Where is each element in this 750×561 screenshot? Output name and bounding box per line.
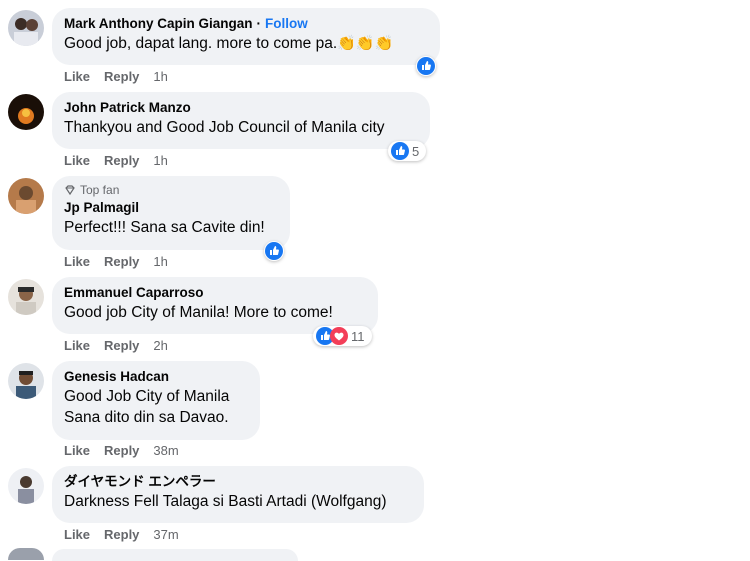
like-button[interactable]: Like xyxy=(64,527,90,542)
comment-bubble: Mark Anthony Capin Giangan · Follow Good… xyxy=(52,8,440,65)
comment-actions: Like Reply 1h xyxy=(64,153,182,168)
reply-button[interactable]: Reply xyxy=(104,254,139,269)
comment-actions: Like Reply 37m xyxy=(64,527,193,542)
reaction-summary[interactable]: 5 xyxy=(388,141,427,161)
comment-author[interactable]: ダイヤモンド エンペラー xyxy=(64,473,216,491)
reply-button[interactable]: Reply xyxy=(104,69,139,84)
next-comment-bubble-partial xyxy=(52,549,298,561)
comment-author[interactable]: Genesis Hadcan xyxy=(64,368,169,386)
avatar[interactable] xyxy=(8,468,44,504)
comment-text: Thankyou and Good Job Council of Manila … xyxy=(64,119,385,136)
like-button[interactable]: Like xyxy=(64,69,90,84)
comment-bubble: John Patrick Manzo Thankyou and Good Job… xyxy=(52,92,430,149)
like-button[interactable]: Like xyxy=(64,338,90,353)
avatar[interactable] xyxy=(8,178,44,214)
comment-timestamp[interactable]: 2h xyxy=(153,338,167,353)
like-reaction-icon xyxy=(417,57,435,75)
comment-text: Good job City of Manila! More to come! xyxy=(64,304,333,321)
love-reaction-icon xyxy=(330,327,348,345)
comment-bubble: Top fan Jp Palmagil Perfect!!! Sana sa C… xyxy=(52,176,290,250)
comment-author[interactable]: Jp Palmagil xyxy=(64,199,139,217)
comment-actions: Like Reply 1h xyxy=(64,69,182,84)
top-fan-badge: Top fan xyxy=(80,183,120,197)
like-button[interactable]: Like xyxy=(64,153,90,168)
comment-author[interactable]: Mark Anthony Capin Giangan xyxy=(64,15,253,33)
comment-timestamp[interactable]: 1h xyxy=(153,153,167,168)
avatar[interactable] xyxy=(8,279,44,315)
like-reaction-icon xyxy=(265,242,283,260)
comment-text: Perfect!!! Sana sa Cavite din! xyxy=(64,219,265,236)
comment-text-line-2: Sana dito din sa Davao. xyxy=(64,409,229,426)
clap-emoji: 👏👏👏 xyxy=(337,35,394,52)
reaction-summary[interactable]: 11 xyxy=(313,326,372,346)
avatar[interactable] xyxy=(8,10,44,46)
reply-button[interactable]: Reply xyxy=(104,153,139,168)
comment-text-line-1: Good Job City of Manila xyxy=(64,388,230,405)
reply-button[interactable]: Reply xyxy=(104,527,139,542)
comment-author[interactable]: Emmanuel Caparroso xyxy=(64,284,204,302)
separator-dot: · xyxy=(256,16,262,31)
reaction-count: 11 xyxy=(351,328,365,344)
reaction-summary[interactable] xyxy=(264,241,284,261)
like-button[interactable]: Like xyxy=(64,254,90,269)
comment-actions: Like Reply 1h xyxy=(64,254,182,269)
comment-timestamp[interactable]: 37m xyxy=(153,527,178,542)
comment-timestamp[interactable]: 1h xyxy=(153,69,167,84)
reply-button[interactable]: Reply xyxy=(104,338,139,353)
reaction-summary[interactable] xyxy=(416,56,436,76)
reaction-count: 5 xyxy=(412,143,420,159)
like-reaction-icon xyxy=(391,142,409,160)
comment-text: Darkness Fell Talaga si Basti Artadi (Wo… xyxy=(64,493,387,510)
avatar[interactable] xyxy=(8,94,44,130)
comment-text: Good job, dapat lang. more to come pa. xyxy=(64,35,338,52)
comment-actions: Like Reply 2h xyxy=(64,338,182,353)
like-button[interactable]: Like xyxy=(64,443,90,458)
next-avatar-partial xyxy=(8,548,44,560)
top-fan-diamond-icon xyxy=(65,185,75,196)
reply-button[interactable]: Reply xyxy=(104,443,139,458)
comment-timestamp[interactable]: 38m xyxy=(153,443,178,458)
comment-bubble: ダイヤモンド エンペラー Darkness Fell Talaga si Bas… xyxy=(52,466,424,523)
comment-timestamp[interactable]: 1h xyxy=(153,254,167,269)
comment-author[interactable]: John Patrick Manzo xyxy=(64,99,191,117)
follow-button[interactable]: Follow xyxy=(265,15,308,33)
comment-actions: Like Reply 38m xyxy=(64,443,193,458)
avatar[interactable] xyxy=(8,363,44,399)
comment-bubble: Genesis Hadcan Good Job City of Manila S… xyxy=(52,361,260,440)
